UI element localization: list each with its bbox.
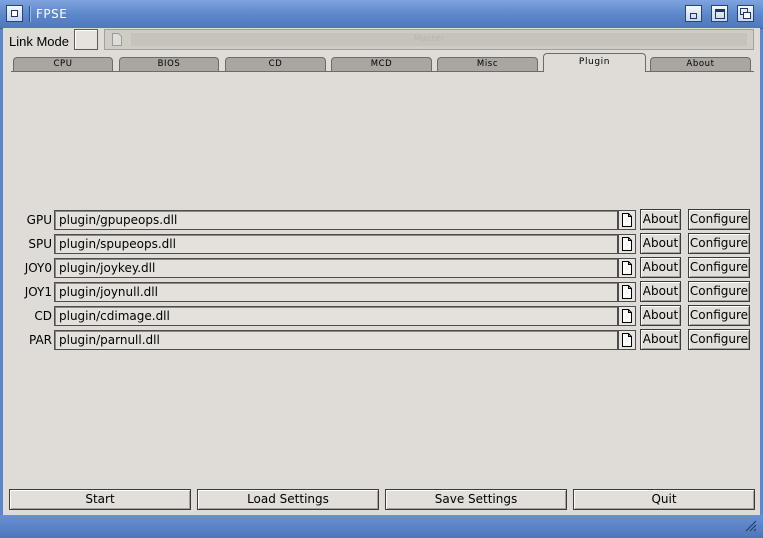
quit-button[interactable]: Quit bbox=[573, 489, 755, 510]
maximize-icon bbox=[714, 8, 725, 19]
plugin-label: JOY1 bbox=[24, 285, 52, 299]
window-title: FPSE bbox=[36, 7, 68, 21]
plugin-path-field[interactable]: plugin/joynull.dll bbox=[54, 282, 618, 302]
tab-cpu[interactable]: CPU bbox=[13, 57, 113, 71]
restore-button[interactable] bbox=[737, 5, 754, 22]
plugin-label: PAR bbox=[28, 333, 52, 347]
window-bottom-frame bbox=[0, 515, 763, 538]
browse-button[interactable] bbox=[618, 210, 636, 230]
fpse-window: FPSE Link Mode Master CPU BIOS CD MCD Mi… bbox=[0, 0, 763, 538]
plugin-path-field[interactable]: plugin/gpupeops.dll bbox=[54, 210, 618, 230]
about-button[interactable]: About bbox=[640, 209, 681, 230]
tab-cd[interactable]: CD bbox=[225, 57, 326, 71]
configure-button[interactable]: Configure bbox=[688, 281, 750, 302]
tab-mcd[interactable]: MCD bbox=[331, 57, 432, 71]
plugin-row-joy0: JOY0 plugin/joykey.dll About Configure bbox=[11, 257, 756, 279]
link-mode-field-text: Master bbox=[413, 34, 445, 44]
about-button[interactable]: About bbox=[640, 257, 681, 278]
window-menu-icon bbox=[11, 10, 18, 17]
title-bar[interactable]: FPSE bbox=[0, 0, 763, 29]
resize-grip-icon[interactable] bbox=[745, 520, 757, 532]
tab-bios[interactable]: BIOS bbox=[119, 57, 219, 71]
link-mode-label: Link Mode bbox=[9, 34, 69, 49]
configure-button[interactable]: Configure bbox=[688, 233, 750, 254]
plugin-label: GPU bbox=[26, 213, 52, 227]
file-document-icon bbox=[622, 309, 632, 323]
file-document-icon bbox=[622, 213, 632, 227]
about-button[interactable]: About bbox=[640, 329, 681, 350]
plugin-path-field[interactable]: plugin/cdimage.dll bbox=[54, 306, 618, 326]
minimize-button[interactable] bbox=[685, 5, 702, 22]
plugin-path-field[interactable]: plugin/joykey.dll bbox=[54, 258, 618, 278]
save-settings-button[interactable]: Save Settings bbox=[385, 489, 567, 510]
tab-misc[interactable]: Misc bbox=[437, 57, 538, 71]
browse-button[interactable] bbox=[618, 282, 636, 302]
link-mode-field: Master bbox=[104, 29, 754, 50]
plugin-row-par: PAR plugin/parnull.dll About Configure bbox=[11, 329, 756, 351]
about-button[interactable]: About bbox=[640, 281, 681, 302]
start-button[interactable]: Start bbox=[9, 489, 191, 510]
browse-button[interactable] bbox=[618, 234, 636, 254]
plugin-path-field[interactable]: plugin/spupeops.dll bbox=[54, 234, 618, 254]
plugin-path-field[interactable]: plugin/parnull.dll bbox=[54, 330, 618, 350]
browse-button[interactable] bbox=[618, 258, 636, 278]
configure-button[interactable]: Configure bbox=[688, 257, 750, 278]
tab-about[interactable]: About bbox=[650, 57, 751, 71]
tab-plugin[interactable]: Plugin bbox=[543, 53, 646, 72]
configure-button[interactable]: Configure bbox=[688, 305, 750, 326]
about-button[interactable]: About bbox=[640, 305, 681, 326]
file-document-icon bbox=[622, 261, 632, 275]
plugin-row-joy1: JOY1 plugin/joynull.dll About Configure bbox=[11, 281, 756, 303]
plugin-label: CD bbox=[34, 309, 52, 323]
main-client-area: Link Mode Master CPU BIOS CD MCD Misc Pl… bbox=[3, 28, 760, 515]
browse-button[interactable] bbox=[618, 306, 636, 326]
file-document-icon bbox=[622, 285, 632, 299]
plugin-panel: GPU plugin/gpupeops.dll About Configure … bbox=[11, 71, 754, 483]
title-separator bbox=[29, 6, 31, 22]
tab-bar: CPU BIOS CD MCD Misc Plugin About bbox=[11, 53, 755, 72]
restore-icon bbox=[740, 8, 751, 19]
maximize-button[interactable] bbox=[711, 5, 728, 22]
window-menu-button[interactable] bbox=[6, 5, 23, 22]
load-settings-button[interactable]: Load Settings bbox=[197, 489, 379, 510]
configure-button[interactable]: Configure bbox=[688, 209, 750, 230]
plugin-row-cd: CD plugin/cdimage.dll About Configure bbox=[11, 305, 756, 327]
about-button[interactable]: About bbox=[640, 233, 681, 254]
plugin-label: SPU bbox=[28, 237, 52, 251]
browse-button[interactable] bbox=[618, 330, 636, 350]
configure-button[interactable]: Configure bbox=[688, 329, 750, 350]
file-document-icon bbox=[622, 333, 632, 347]
plugin-row-spu: SPU plugin/spupeops.dll About Configure bbox=[11, 233, 756, 255]
file-document-icon bbox=[622, 237, 632, 251]
minimize-icon bbox=[690, 12, 697, 19]
plugin-row-gpu: GPU plugin/gpupeops.dll About Configure bbox=[11, 209, 756, 231]
plugin-label: JOY0 bbox=[24, 261, 52, 275]
link-mode-checkbox[interactable] bbox=[74, 29, 98, 50]
